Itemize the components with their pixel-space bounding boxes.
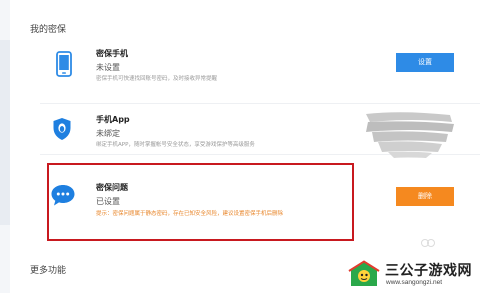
security-item-phone: 密保手机 未设置 密保手机可快速找回账号密码，及时接收异常提醒 设置	[40, 40, 480, 90]
redacted-scribble	[366, 112, 454, 158]
watermark-logo-icon	[348, 260, 380, 286]
qq-shield-icon	[52, 117, 72, 145]
item-status: 未设置	[96, 63, 120, 72]
section-title-more-features: 更多功能	[30, 266, 67, 276]
item-name: 手机App	[96, 115, 130, 124]
item-name: 密保手机	[96, 49, 128, 58]
item-description: 密保手机可快速找回账号密码，及时接收异常提醒	[96, 76, 218, 82]
phone-icon	[56, 51, 72, 81]
set-phone-button[interactable]: 设置	[396, 53, 454, 72]
section-title-my-security: 我的密保	[30, 25, 67, 35]
highlight-annotation-box	[47, 163, 354, 241]
loading-indicator-icon	[421, 239, 435, 247]
item-status: 未绑定	[96, 129, 120, 138]
item-description: 绑定手机APP，随时掌握帐号安全状态，享受游戏保护等高级服务	[96, 142, 255, 148]
left-nav-strip	[0, 0, 10, 293]
site-watermark: 三公子游戏网 www.sangongzi.net	[348, 258, 498, 292]
delete-question-button[interactable]: 删除	[396, 187, 454, 206]
watermark-site-name: 三公子游戏网	[385, 263, 472, 279]
watermark-url: www.sangongzi.net	[386, 279, 443, 286]
